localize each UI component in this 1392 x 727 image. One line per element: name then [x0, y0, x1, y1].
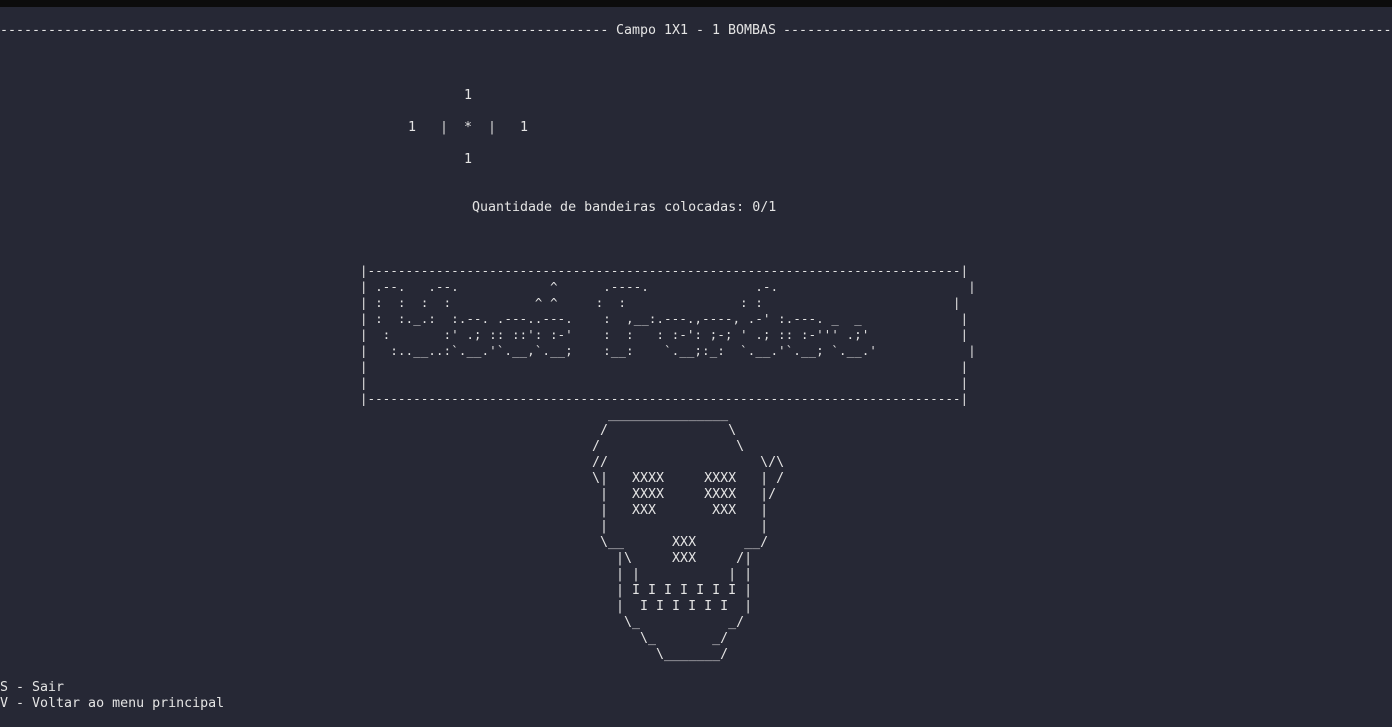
menu-option-quit[interactable]: S - Sair — [0, 680, 64, 696]
cell-right-count: 1 — [520, 120, 529, 135]
cell-top-count: 1 — [464, 88, 473, 103]
cell-separator-right: | — [488, 120, 497, 135]
title-dash-right: ----------------------------------------… — [783, 23, 1392, 38]
cell-bottom-count: 1 — [464, 152, 473, 167]
cell-separator-left: | — [440, 120, 449, 135]
skull-art: _______________ / \ / \ // \/\ \| XXXX X… — [592, 407, 785, 662]
game-over-banner: |---------------------------------------… — [360, 264, 976, 406]
menu-option-back[interactable]: V - Voltar ao menu principal — [0, 696, 224, 712]
field-title: Campo 1X1 - 1 BOMBAS — [615, 23, 777, 38]
terminal-top-strip — [0, 0, 1392, 7]
flags-counter: Quantidade de bandeiras colocadas: 0/1 — [472, 200, 777, 215]
cell-bomb: * — [464, 120, 473, 135]
title-dash-left: ----------------------------------------… — [0, 23, 609, 38]
field-title-bar: ----------------------------------------… — [0, 22, 1392, 40]
cell-left-count: 1 — [408, 120, 417, 135]
